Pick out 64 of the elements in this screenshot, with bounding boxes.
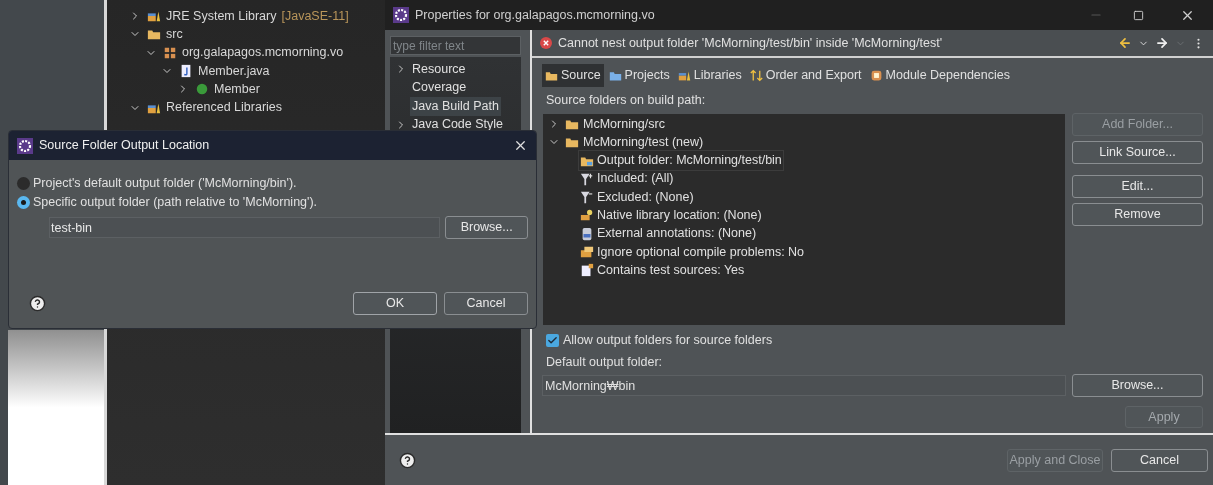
nav-item[interactable]: Resource: [410, 59, 468, 79]
class-icon: [195, 82, 209, 97]
radio-button[interactable]: [17, 177, 30, 190]
tab[interactable]: Module Dependencies: [866, 64, 1013, 87]
section-label: Source folders on build path:: [545, 92, 707, 109]
side-button[interactable]: Link Source...: [1072, 140, 1203, 164]
nav-item[interactable]: Java Build Path: [410, 96, 501, 116]
nav-item[interactable]: Coverage: [410, 78, 469, 98]
order-tab-icon: [749, 69, 763, 82]
side-button[interactable]: Remove: [1072, 202, 1203, 226]
dialog-title: Source Folder Output Location: [39, 137, 210, 155]
tree-item[interactable]: Native library location: (None): [578, 205, 764, 226]
native-icon: [580, 208, 594, 223]
close-icon[interactable]: [513, 138, 528, 153]
tree-item[interactable]: JRE System Library: [166, 6, 277, 26]
tree-item[interactable]: Member: [214, 79, 260, 99]
libraries-tab-icon: [677, 69, 691, 82]
tab[interactable]: Source: [542, 64, 604, 87]
checkbox[interactable]: [546, 333, 559, 347]
library-icon: [147, 9, 161, 24]
package-icon: [163, 45, 177, 60]
tree-item[interactable]: McMorning/test (new): [583, 132, 704, 152]
java-file-icon: [179, 64, 193, 79]
side-button[interactable]: Edit...: [1072, 174, 1203, 198]
module-tab-icon: [869, 69, 883, 82]
included-icon: [580, 171, 594, 186]
gear-logo-icon: [17, 137, 33, 154]
help-icon[interactable]: [399, 451, 416, 469]
source-tab-icon: [545, 69, 558, 82]
cancel-button[interactable]: Cancel: [444, 292, 528, 315]
help-icon[interactable]: [29, 295, 46, 312]
projects-tab-icon: [608, 69, 622, 82]
tree-item[interactable]: Member.java: [198, 61, 270, 81]
output-folder-field[interactable]: McMorning₩bin: [542, 375, 1066, 397]
error-icon: [540, 37, 552, 49]
filter-field[interactable]: type filter text: [390, 36, 521, 55]
tree-item[interactable]: org.galapagos.mcmorning.vo: [182, 43, 344, 63]
checkbox-label: Allow output folders for source folders: [563, 331, 773, 349]
tree-item[interactable]: src: [166, 25, 183, 44]
test-icon: [580, 263, 594, 278]
gear-logo-icon: [393, 7, 409, 23]
radio-button[interactable]: [17, 196, 30, 209]
ignore-icon: [580, 245, 594, 259]
radio-label: Specific output folder (path relative to 'McMorning').: [33, 194, 318, 212]
maximize-icon[interactable]: [1133, 9, 1144, 21]
window-title: Properties for org.galapagos.mcmorning.vo: [415, 6, 655, 24]
tree-item-decoration: [JavaSE-11]: [281, 7, 349, 25]
browse-button[interactable]: Browse...: [445, 216, 528, 239]
tree-item[interactable]: McMorning/src: [583, 114, 665, 134]
ok-button[interactable]: OK: [353, 292, 437, 315]
error-message: Cannot nest output folder 'McMorning/test/bin' inside 'McMorning/test': [558, 34, 943, 52]
tree-item[interactable]: Output folder: McMorning/test/bin: [578, 150, 784, 171]
browse-button[interactable]: Browse...: [1072, 374, 1203, 398]
nav-item[interactable]: Java Code Style: [410, 115, 506, 135]
tab[interactable]: Libraries: [674, 64, 745, 87]
tab[interactable]: Projects: [605, 64, 673, 87]
excluded-icon: [580, 190, 594, 205]
output-folder-field[interactable]: test-bin: [49, 217, 441, 238]
radio-label: Project's default output folder ('McMorning/bin').: [33, 175, 297, 193]
tab[interactable]: Order and Export: [746, 64, 865, 87]
tree-item[interactable]: Referenced Libraries: [166, 98, 283, 117]
annotations-icon: [580, 226, 594, 241]
field-label: Default output folder:: [545, 353, 664, 371]
cancel-button[interactable]: Cancel: [1111, 448, 1208, 472]
